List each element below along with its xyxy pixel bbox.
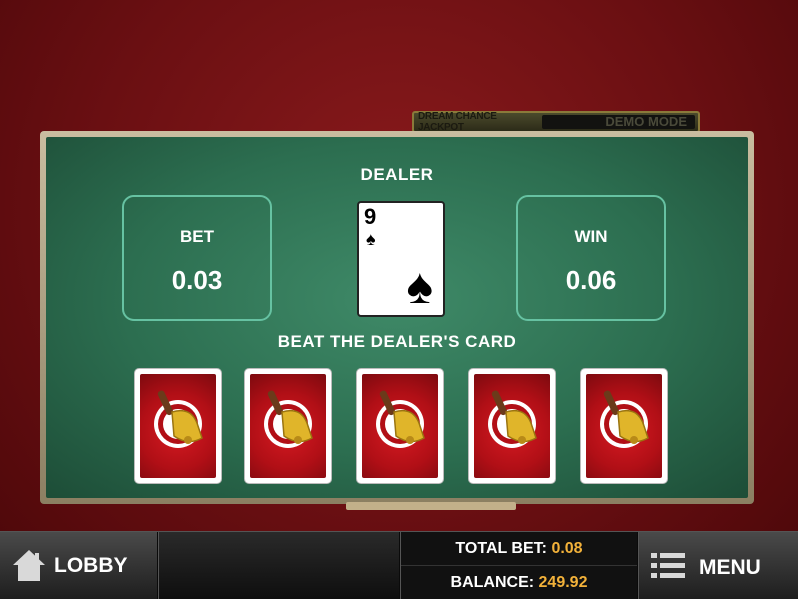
jackpot-label: DREAM CHANCE JACKPOT — [418, 111, 497, 133]
bottom-bar: LOBBY TOTAL BET: 0.08 BALANCE: 249.92 ME… — [0, 531, 798, 599]
balance-row: BALANCE: 249.92 — [401, 566, 637, 599]
instruction-text: BEAT THE DEALER'S CARD — [277, 332, 517, 351]
bet-label: BET — [180, 227, 214, 246]
balance-value: 249.92 — [538, 574, 588, 591]
bell-icon — [600, 390, 649, 448]
dealer-label: DEALER — [360, 165, 434, 184]
pick-card-3[interactable] — [356, 368, 444, 484]
table-tray — [346, 502, 516, 510]
bet-balance-panel: TOTAL BET: 0.08 BALANCE: 249.92 — [400, 532, 638, 599]
win-label: WIN — [574, 227, 608, 246]
total-bet-label: TOTAL BET: — [455, 540, 547, 557]
total-bet-value: 0.08 — [551, 540, 583, 557]
jackpot-value: DEMO MODE — [542, 115, 695, 129]
menu-icon — [651, 553, 685, 578]
win-box: WIN 0.06 — [516, 195, 666, 321]
table-felt: DEALER BET 0.03 9 ♠ ♠ WIN 0.06 BEAT THE … — [46, 137, 748, 498]
empty-panel — [158, 532, 400, 599]
pick-card-2[interactable] — [244, 368, 332, 484]
lobby-label: LOBBY — [54, 554, 128, 577]
pick-card-1[interactable] — [134, 368, 222, 484]
spade-large-icon: ♠ — [406, 258, 433, 314]
dealer-card-rank: 9 — [364, 204, 377, 229]
bell-icon — [264, 390, 313, 448]
bell-icon — [488, 390, 537, 448]
menu-button[interactable]: MENU — [638, 532, 798, 599]
dealer-card: 9 ♠ ♠ — [357, 201, 445, 317]
balance-label: BALANCE: — [450, 574, 535, 591]
bet-box: BET 0.03 — [122, 195, 272, 321]
jackpot-display: DREAM CHANCE JACKPOT DEMO MODE — [412, 111, 700, 133]
bell-icon — [376, 390, 425, 448]
win-value: 0.06 — [565, 265, 617, 295]
home-icon — [13, 550, 45, 581]
total-bet-row: TOTAL BET: 0.08 — [401, 532, 637, 566]
bet-value: 0.03 — [171, 265, 223, 295]
pick-card-4[interactable] — [468, 368, 556, 484]
spade-icon: ♠ — [366, 229, 376, 249]
game-table: DEALER BET 0.03 9 ♠ ♠ WIN 0.06 BEAT THE … — [40, 131, 754, 504]
bell-icon — [154, 390, 203, 448]
lobby-button[interactable]: LOBBY — [0, 532, 158, 599]
menu-label: MENU — [699, 556, 761, 579]
pick-card-5[interactable] — [580, 368, 668, 484]
